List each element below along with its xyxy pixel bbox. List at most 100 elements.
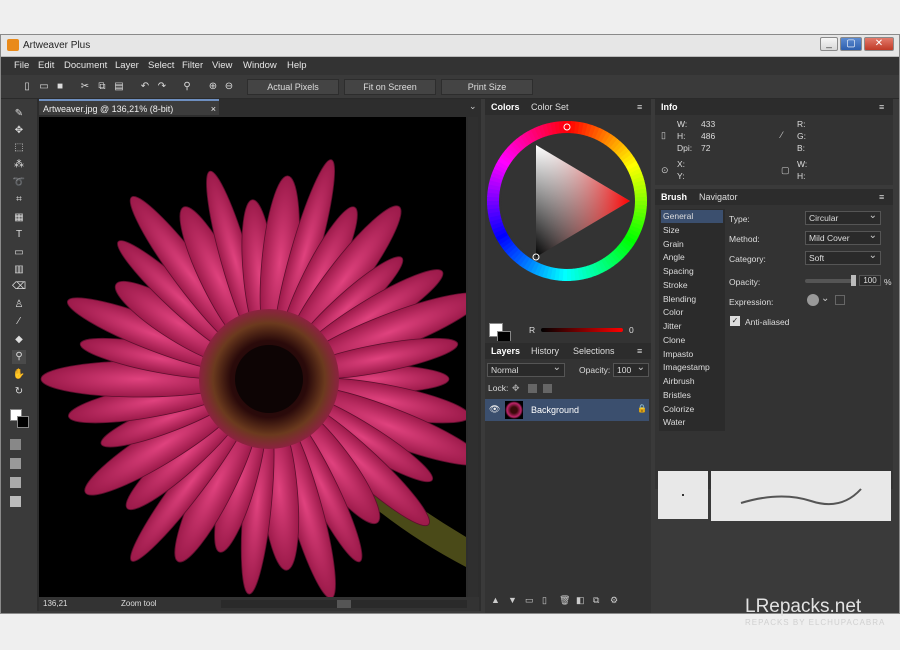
paint-bucket-tool-icon[interactable]: ◆ <box>12 333 26 347</box>
brush-category-angle[interactable]: Angle <box>661 251 723 264</box>
option-icon-3[interactable] <box>10 477 21 488</box>
move-layer-down-icon[interactable]: ▼ <box>508 595 517 605</box>
copy-icon[interactable]: ⧉ <box>96 81 108 93</box>
cut-icon[interactable]: ✂ <box>79 81 91 93</box>
lock-position-icon[interactable]: ✥ <box>512 383 520 394</box>
crop-tool-icon[interactable]: ⌗ <box>12 193 26 207</box>
document-tab[interactable]: Artweaver.jpg @ 136,21% (8-bit) × <box>39 99 219 115</box>
layer-opacity-select[interactable]: 100 <box>613 362 649 377</box>
menu-select[interactable]: Select <box>148 60 174 71</box>
brush-method-select[interactable]: Mild Cover <box>805 230 881 245</box>
brush-category-jitter[interactable]: Jitter <box>661 320 723 333</box>
brush-category-colorize[interactable]: Colorize <box>661 403 723 416</box>
layers-panel-menu-icon[interactable]: ≡ <box>637 346 647 356</box>
brush-category-stroke[interactable]: Stroke <box>661 279 723 292</box>
redo-icon[interactable]: ↷ <box>156 81 168 93</box>
lock-pixels-icon[interactable] <box>528 384 537 393</box>
menu-help[interactable]: Help <box>287 60 307 71</box>
close-button[interactable]: ✕ <box>864 37 894 51</box>
save-icon[interactable]: ■ <box>54 81 66 93</box>
print-size-button[interactable]: Print Size <box>441 79 533 95</box>
colors-panel-menu-icon[interactable]: ≡ <box>637 102 647 112</box>
maximize-button[interactable]: ▢ <box>840 37 862 51</box>
brush-category-airbrush[interactable]: Airbrush <box>661 375 723 388</box>
fit-on-screen-button[interactable]: Fit on Screen <box>344 79 436 95</box>
brush-category-blending[interactable]: Blending <box>661 293 723 306</box>
zoom-in-icon[interactable]: ⊕ <box>207 81 219 93</box>
brush-panel-menu-icon[interactable]: ≡ <box>879 192 889 202</box>
layer-settings-gear-icon[interactable]: ⚙ <box>610 595 618 606</box>
text-tool-icon[interactable]: T <box>12 228 26 242</box>
delete-layer-icon[interactable]: 🗑 <box>559 595 570 606</box>
menu-window[interactable]: Window <box>243 60 277 71</box>
zoom-readout[interactable]: 136,21 <box>43 597 67 611</box>
brush-category-grain[interactable]: Grain <box>661 238 723 251</box>
brush-category-size[interactable]: Size <box>661 224 723 237</box>
expression-pressure-icon[interactable] <box>807 294 819 306</box>
minimize-button[interactable]: _ <box>820 37 838 51</box>
brush-opacity-value[interactable]: 100 <box>859 275 881 286</box>
tab-overflow-chevron-icon[interactable]: ⌄ <box>469 101 477 112</box>
lock-all-icon[interactable] <box>543 384 552 393</box>
zoom-tool-icon[interactable]: ⚲ <box>12 350 26 364</box>
new-layer-icon[interactable]: ▯ <box>542 595 547 606</box>
canvas-horizontal-scrollbar[interactable] <box>221 600 467 608</box>
actual-pixels-button[interactable]: Actual Pixels <box>247 79 339 95</box>
tab-layers[interactable]: Layers <box>491 346 520 356</box>
move-layer-up-icon[interactable]: ▲ <box>491 595 500 605</box>
brush-category-bristles[interactable]: Bristles <box>661 389 723 402</box>
canvas-vertical-scrollbar[interactable] <box>468 117 478 597</box>
eyedropper-tool-icon[interactable]: ⁄ <box>12 315 26 329</box>
lasso-tool-icon[interactable]: ➰ <box>12 176 26 190</box>
shape-tool-icon[interactable]: ▭ <box>12 246 26 260</box>
duplicate-layer-icon[interactable]: ⧉ <box>593 595 599 606</box>
perspective-tool-icon[interactable]: ▦ <box>12 211 26 225</box>
menu-file[interactable]: File <box>14 60 29 71</box>
new-file-icon[interactable]: ▯ <box>21 81 33 93</box>
brush-category-spacing[interactable]: Spacing <box>661 265 723 278</box>
brush-opacity-handle[interactable] <box>851 275 856 286</box>
new-group-icon[interactable]: ▭ <box>525 595 534 606</box>
layer-visibility-eye-icon[interactable]: 👁 <box>489 404 500 415</box>
layer-row-background[interactable]: 👁 Background 🔒 <box>485 399 649 421</box>
option-icon-4[interactable] <box>10 496 21 507</box>
tab-navigator[interactable]: Navigator <box>699 192 738 202</box>
brush-category-water[interactable]: Water <box>661 416 723 429</box>
tab-colors[interactable]: Colors <box>491 102 520 112</box>
rotate-view-tool-icon[interactable]: ↻ <box>12 385 26 399</box>
brush-category-clone[interactable]: Clone <box>661 334 723 347</box>
red-slider[interactable] <box>541 328 623 332</box>
hand-tool-icon[interactable]: ✋ <box>12 368 26 382</box>
gradient-tool-icon[interactable]: ▥ <box>12 263 26 277</box>
paste-icon[interactable]: ▤ <box>113 81 125 93</box>
color-wheel[interactable] <box>485 115 651 281</box>
zoom-out-icon[interactable]: ⊖ <box>223 81 235 93</box>
brush-category-general[interactable]: General <box>661 210 723 223</box>
anti-aliased-checkbox[interactable]: ✓ <box>730 316 740 326</box>
info-panel-menu-icon[interactable]: ≡ <box>879 102 889 112</box>
magic-wand-tool-icon[interactable]: ⁂ <box>12 158 26 172</box>
brush-category-impasto[interactable]: Impasto <box>661 348 723 361</box>
brush-category-select[interactable]: Soft <box>805 250 881 265</box>
brush-type-select[interactable]: Circular <box>805 210 881 225</box>
image-canvas[interactable] <box>39 117 466 597</box>
layer-mask-icon[interactable]: ◧ <box>576 595 585 606</box>
red-value[interactable]: 0 <box>629 325 634 335</box>
option-icon-1[interactable] <box>10 439 21 450</box>
open-folder-icon[interactable]: ▭ <box>38 81 50 93</box>
undo-icon[interactable]: ↶ <box>139 81 151 93</box>
brush-opacity-slider[interactable] <box>805 279 855 283</box>
document-tab-close-icon[interactable]: × <box>211 101 216 117</box>
tab-history[interactable]: History <box>531 346 559 356</box>
blend-mode-select[interactable]: Normal <box>487 362 565 377</box>
tab-brush[interactable]: Brush <box>661 192 687 202</box>
tab-color-set[interactable]: Color Set <box>531 102 569 112</box>
marquee-tool-icon[interactable]: ⬚ <box>12 141 26 155</box>
menu-document[interactable]: Document <box>64 60 107 71</box>
menu-layer[interactable]: Layer <box>115 60 139 71</box>
move-tool-icon[interactable]: ✥ <box>12 124 26 138</box>
brush-category-imagestamp[interactable]: Imagestamp <box>661 361 723 374</box>
zoom-icon[interactable]: ⚲ <box>181 81 193 93</box>
menu-filter[interactable]: Filter <box>182 60 203 71</box>
menu-edit[interactable]: Edit <box>38 60 54 71</box>
